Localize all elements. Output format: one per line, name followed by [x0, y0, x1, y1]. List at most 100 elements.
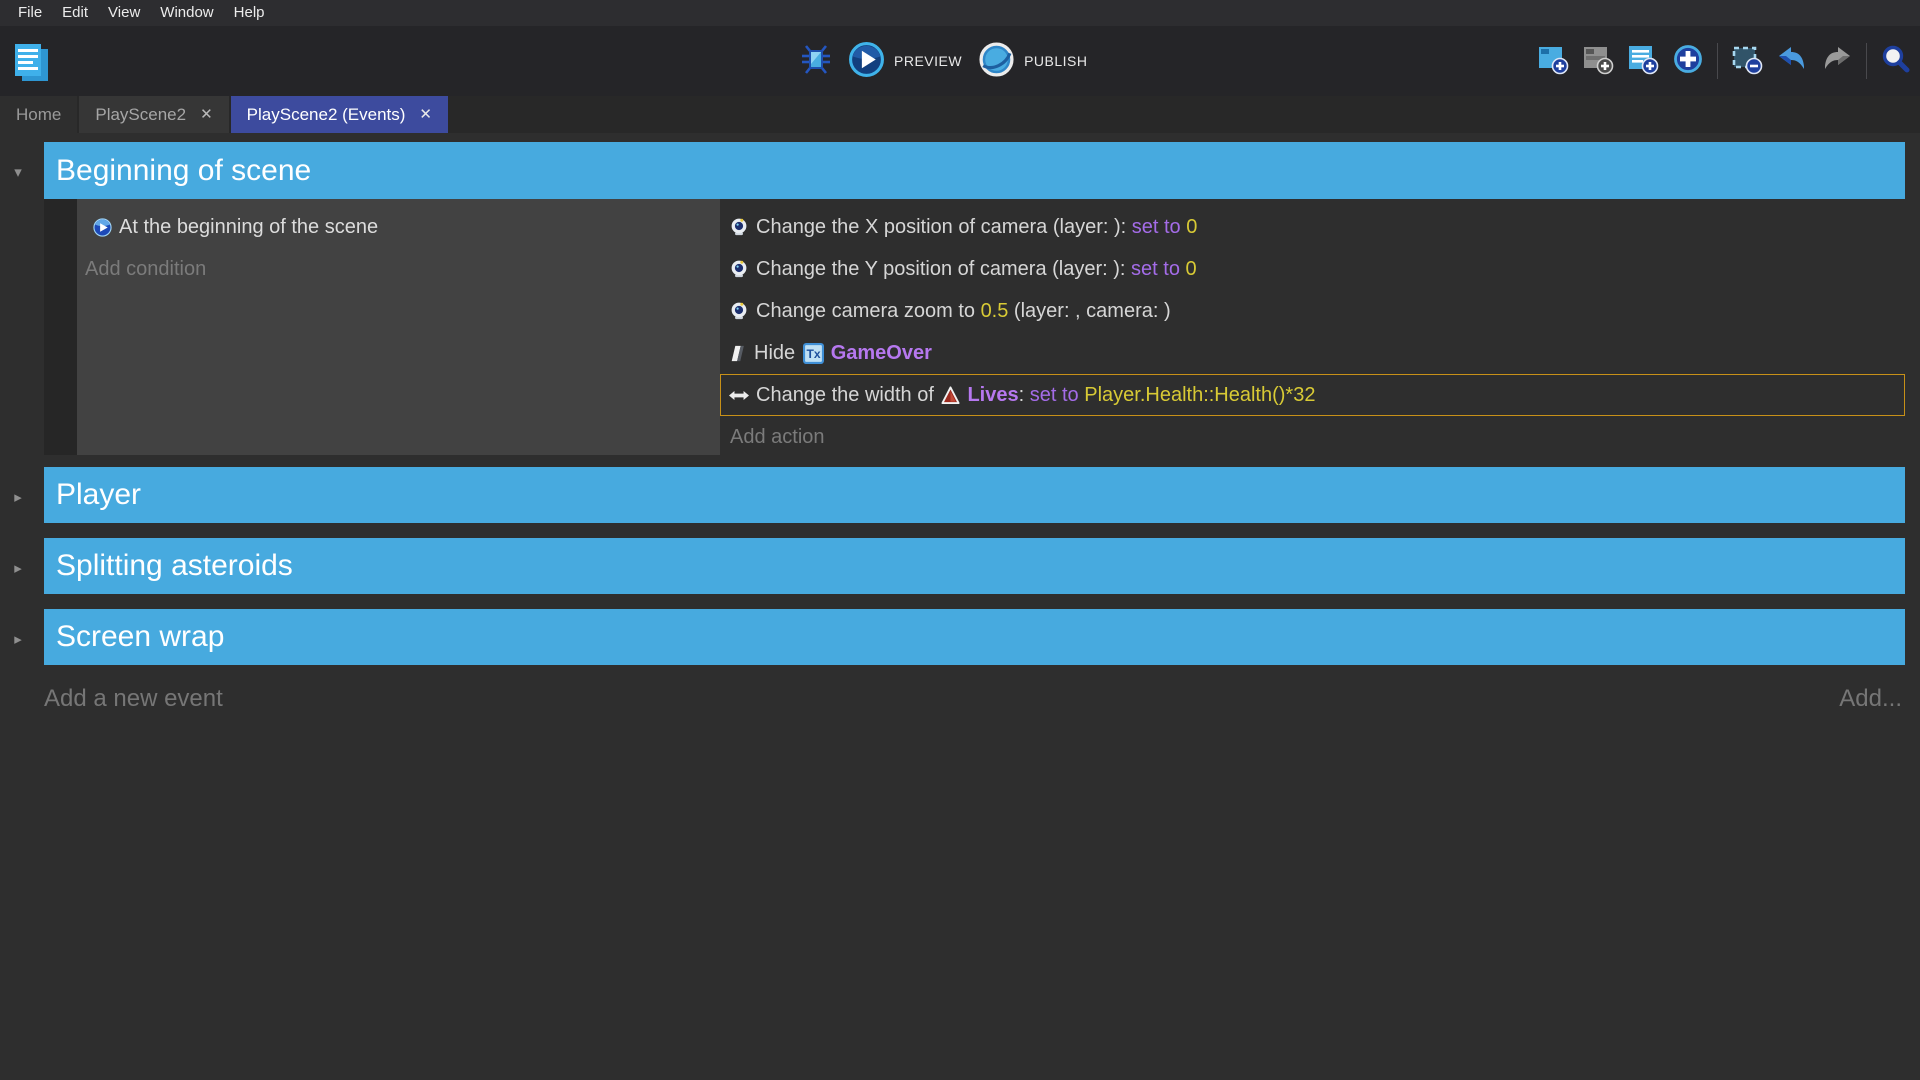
- sheet-footer: Add a new event Add...: [0, 685, 1920, 725]
- condition-row[interactable]: At the beginning of the scene: [77, 206, 720, 248]
- event-indent: [44, 199, 77, 455]
- preview-button[interactable]: PREVIEW: [848, 41, 962, 81]
- publish-globe-icon: [978, 41, 1015, 81]
- action-text-segment: set to: [1030, 384, 1084, 407]
- width-arrow-icon: [729, 389, 749, 402]
- action-text-segment: GameOver: [831, 342, 932, 365]
- event-group-header[interactable]: Screen wrap: [44, 609, 1905, 665]
- expand-arrow-icon[interactable]: ▸: [9, 488, 27, 506]
- toolbar: PREVIEW PUBLISH: [0, 26, 1920, 96]
- action-text-segment: Change camera zoom to: [756, 300, 981, 323]
- tab-playscene2-events-[interactable]: PlayScene2 (Events) ✕: [231, 96, 448, 133]
- debugger-button[interactable]: [800, 45, 832, 77]
- remove-selection-icon: [1731, 43, 1763, 80]
- action-text-segment: Hide: [754, 342, 801, 365]
- project-manager-icon: [12, 72, 52, 89]
- camera-icon: [729, 301, 749, 321]
- action-text-segment: set to: [1132, 216, 1186, 239]
- collapse-arrow-icon[interactable]: ▾: [9, 163, 27, 181]
- scene-start-icon: [93, 218, 112, 237]
- collapsed-groups: ▸ Player ▸ Splitting asteroids ▸ Screen wrap: [0, 467, 1920, 680]
- svg-text:Tx: Tx: [806, 347, 820, 361]
- add-condition-link[interactable]: Add condition: [77, 248, 720, 290]
- action-row[interactable]: Change camera zoom to 0.5 (layer: , came…: [720, 290, 1905, 332]
- condition-text: At the beginning of the scene: [119, 216, 378, 239]
- tab-close-icon[interactable]: ✕: [419, 107, 432, 122]
- event-group-header[interactable]: Splitting asteroids: [44, 538, 1905, 594]
- publish-button[interactable]: PUBLISH: [978, 41, 1087, 81]
- action-text-segment: (layer: , camera: ): [1008, 300, 1170, 323]
- lives-object-icon: [941, 386, 960, 405]
- action-text-segment: 0: [1186, 258, 1197, 281]
- event-group-header[interactable]: Player: [44, 467, 1905, 523]
- action-text-segment: Lives: [967, 384, 1018, 407]
- undo-button[interactable]: [1776, 45, 1808, 77]
- action-text-segment: Change the Y position of camera (layer: …: [756, 258, 1131, 281]
- add-more-link[interactable]: Add...: [1839, 685, 1902, 713]
- add-action-link[interactable]: Add action: [720, 416, 1905, 458]
- actions-panel: Change the X position of camera (layer: …: [720, 199, 1905, 455]
- menu-item-file[interactable]: File: [8, 0, 52, 26]
- action-text-segment: :: [1019, 384, 1030, 407]
- text-object-icon: Tx: [803, 343, 824, 364]
- hide-icon: [729, 344, 747, 363]
- conditions-panel: At the beginning of the scene Add condit…: [77, 199, 720, 455]
- action-text-segment: 0: [1186, 216, 1197, 239]
- add-subevent-icon: [1582, 43, 1614, 80]
- add-circle-icon: [1672, 43, 1704, 80]
- action-row[interactable]: Change the Y position of camera (layer: …: [720, 248, 1905, 290]
- delete-selection-button[interactable]: [1731, 45, 1763, 77]
- menu-bar: FileEditViewWindowHelp: [0, 0, 1920, 26]
- tab-label: Home: [16, 105, 61, 125]
- search-icon: [1880, 43, 1912, 80]
- menu-item-window[interactable]: Window: [150, 0, 223, 26]
- action-text-segment: Change the X position of camera (layer: …: [756, 216, 1132, 239]
- camera-icon: [729, 217, 749, 237]
- add-new-event-link[interactable]: Add a new event: [44, 685, 223, 713]
- camera-icon: [729, 259, 749, 279]
- add-event-icon: [1537, 43, 1569, 80]
- event-group-header[interactable]: Beginning of scene: [44, 142, 1905, 199]
- debugger-bug-icon: [799, 42, 833, 81]
- project-manager-button[interactable]: [12, 41, 52, 85]
- gdevelop-window: FileEditViewWindowHelp: [0, 0, 1920, 1080]
- menu-item-view[interactable]: View: [98, 0, 150, 26]
- group-title: Player: [56, 478, 141, 512]
- redo-button[interactable]: [1821, 45, 1853, 77]
- add-subevent-button[interactable]: [1582, 45, 1614, 77]
- toolbar-separator: [1717, 43, 1718, 79]
- redo-arrow-icon: [1821, 43, 1853, 80]
- preview-label: PREVIEW: [894, 53, 962, 69]
- expand-arrow-icon[interactable]: ▸: [9, 559, 27, 577]
- group-title: Beginning of scene: [56, 154, 311, 188]
- event-block: At the beginning of the scene Add condit…: [0, 199, 1920, 455]
- tab-label: PlayScene2 (Events): [247, 105, 406, 125]
- undo-arrow-icon: [1776, 43, 1808, 80]
- group-title: Splitting asteroids: [56, 549, 293, 583]
- search-events-button[interactable]: [1880, 45, 1912, 77]
- tab-playscene2[interactable]: PlayScene2 ✕: [79, 96, 228, 133]
- action-row[interactable]: Hide Tx GameOver: [720, 332, 1905, 374]
- menu-item-edit[interactable]: Edit: [52, 0, 98, 26]
- action-text-segment: Change the width of: [756, 384, 939, 407]
- tab-bar: Home PlayScene2 ✕ PlayScene2 (Events) ✕: [0, 96, 1920, 133]
- toolbar-separator: [1866, 43, 1867, 79]
- add-comment-icon: [1627, 43, 1659, 80]
- tab-home[interactable]: Home: [0, 96, 77, 133]
- menu-item-help[interactable]: Help: [224, 0, 275, 26]
- preview-play-icon: [848, 41, 885, 81]
- events-sheet: ▾ Beginning of scene At the beginning of…: [0, 133, 1920, 1080]
- add-comment-button[interactable]: [1627, 45, 1659, 77]
- add-event-button[interactable]: [1537, 45, 1569, 77]
- expand-arrow-icon[interactable]: ▸: [9, 630, 27, 648]
- tab-close-icon[interactable]: ✕: [200, 107, 213, 122]
- choose-event-type-button[interactable]: [1672, 45, 1704, 77]
- group-title: Screen wrap: [56, 620, 224, 654]
- tab-label: PlayScene2: [95, 105, 186, 125]
- publish-label: PUBLISH: [1024, 53, 1087, 69]
- action-text-segment: 0.5: [981, 300, 1009, 323]
- action-row[interactable]: Change the width of Lives: set to Player…: [720, 374, 1905, 416]
- action-row[interactable]: Change the X position of camera (layer: …: [720, 206, 1905, 248]
- action-text-segment: set to: [1131, 258, 1185, 281]
- action-text-segment: Player.Health::Health()*32: [1084, 384, 1315, 407]
